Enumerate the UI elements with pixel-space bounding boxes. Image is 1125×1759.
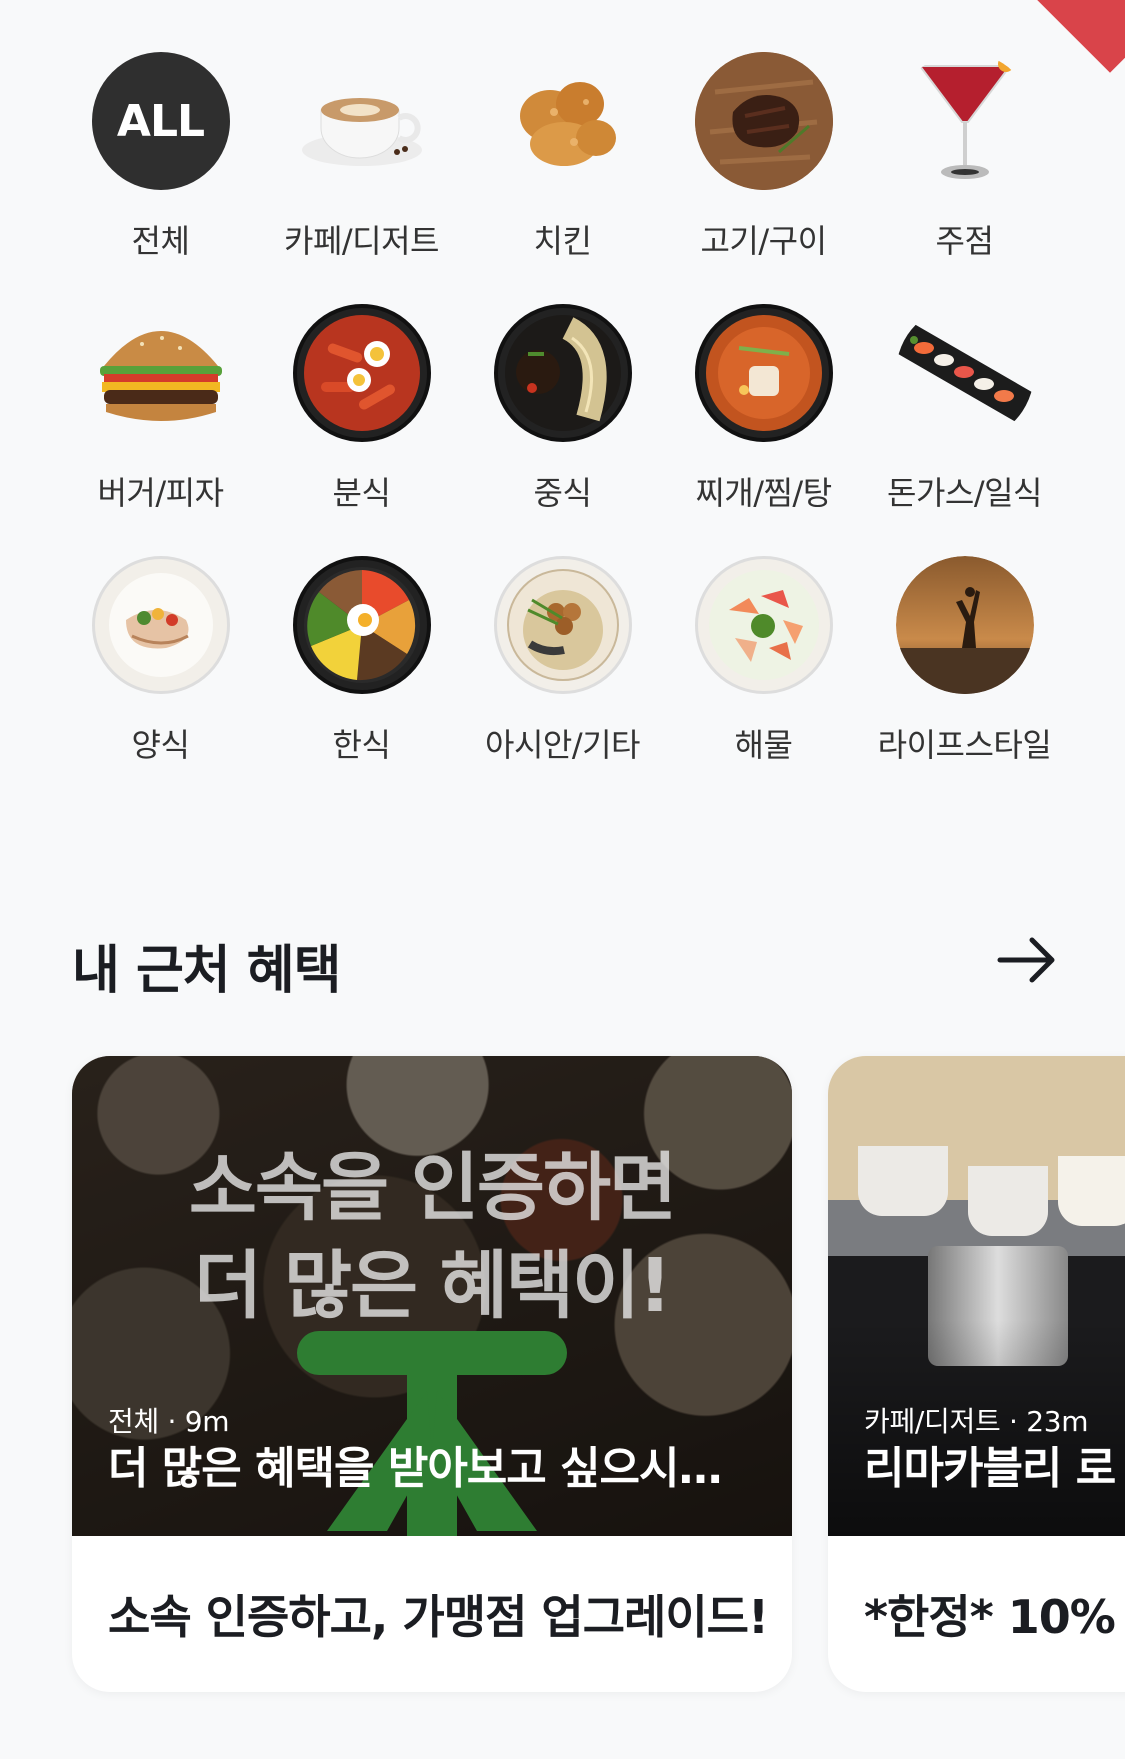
category-chicken[interactable]: 치킨 <box>462 52 663 262</box>
category-label: 전체 <box>131 222 190 260</box>
category-label: 고기/구이 <box>700 222 827 260</box>
promo-text-line: 소속을 인증하면 <box>188 1145 677 1231</box>
category-lifestyle[interactable]: 라이프스타일 <box>864 556 1065 766</box>
jajangmyeon-icon <box>493 304 632 442</box>
category-tonkatsu-japanese[interactable]: 돈가스/일식 <box>864 304 1065 514</box>
category-cafe-dessert[interactable]: 카페/디저트 <box>261 52 462 262</box>
category-label: 중식 <box>533 474 592 512</box>
cup-shape <box>968 1166 1048 1236</box>
category-all[interactable]: ALL 전체 <box>60 52 261 262</box>
fried-chicken-icon <box>494 52 632 190</box>
card-image: 소속을 인증하면 더 많은 혜택이! 전체 · 9m 더 많은 혜택을 받아보고… <box>72 1056 792 1536</box>
card-footer-title: *한정* 10% 할 <box>864 1590 1125 1644</box>
burger-icon <box>92 304 230 442</box>
benefit-card[interactable]: 소속을 인증하면 더 많은 혜택이! 전체 · 9m 더 많은 혜택을 받아보고… <box>72 1056 792 1692</box>
seafood-icon <box>694 556 833 694</box>
category-label: 해물 <box>734 726 793 764</box>
cup-shape <box>1058 1156 1125 1226</box>
category-grid: ALL 전체 카페/디저트 치킨 고기/구이 주점 버거/피자 분식 중식 찌개… <box>60 52 1065 766</box>
category-asian-other[interactable]: 아시안/기타 <box>462 556 663 766</box>
category-label: 돈가스/일식 <box>887 474 1042 512</box>
category-seafood[interactable]: 해물 <box>663 556 864 766</box>
card-image: 카페/디저트 · 23m 리마카블리 로 <box>828 1056 1125 1536</box>
card-footer-title: 소속 인증하고, 가맹점 업그레이드! <box>108 1590 769 1644</box>
machine-chrome <box>928 1246 1068 1366</box>
card-headline: 더 많은 혜택을 받아보고 싶으시… <box>108 1443 723 1494</box>
category-label: 치킨 <box>533 222 592 260</box>
category-label: 카페/디저트 <box>284 222 439 260</box>
category-western[interactable]: 양식 <box>60 556 261 766</box>
category-label: 라이프스타일 <box>877 726 1052 764</box>
grilled-meat-icon <box>694 52 833 190</box>
cup-shape <box>858 1146 948 1216</box>
promo-text-line: 더 많은 혜택이! <box>194 1243 672 1329</box>
category-stew[interactable]: 찌개/찜/탕 <box>663 304 864 514</box>
sushi-icon <box>895 304 1034 442</box>
category-label: 아시안/기타 <box>485 726 640 764</box>
category-label: 한식 <box>332 726 391 764</box>
tteokbokki-icon <box>292 304 431 442</box>
all-badge-icon: ALL <box>91 52 230 190</box>
page: ALL 전체 카페/디저트 치킨 고기/구이 주점 버거/피자 분식 중식 찌개… <box>0 0 1125 1759</box>
stew-icon <box>694 304 833 442</box>
category-label: 찌개/찜/탕 <box>695 474 832 512</box>
category-bar[interactable]: 주점 <box>864 52 1065 262</box>
category-label: 양식 <box>131 726 190 764</box>
category-korean[interactable]: 한식 <box>261 556 462 766</box>
category-label: 주점 <box>935 222 994 260</box>
category-label: 분식 <box>332 474 391 512</box>
benefit-card[interactable]: 카페/디저트 · 23m 리마카블리 로 *한정* 10% 할 <box>828 1056 1125 1692</box>
card-headline: 리마카블리 로 <box>864 1443 1116 1494</box>
lifestyle-icon <box>895 556 1034 694</box>
category-meat-grill[interactable]: 고기/구이 <box>663 52 864 262</box>
category-chinese[interactable]: 중식 <box>462 304 663 514</box>
western-dish-icon <box>91 556 230 694</box>
coffee-cup-icon <box>293 52 431 190</box>
bibimbap-icon <box>292 556 431 694</box>
category-burger-pizza[interactable]: 버거/피자 <box>60 304 261 514</box>
category-snack[interactable]: 분식 <box>261 304 462 514</box>
cocktail-icon <box>896 52 1034 190</box>
section-title: 내 근처 혜택 <box>72 941 341 1001</box>
arrow-right-icon[interactable] <box>996 934 1058 986</box>
category-label: 버거/피자 <box>97 474 224 512</box>
asian-dish-icon <box>493 556 632 694</box>
